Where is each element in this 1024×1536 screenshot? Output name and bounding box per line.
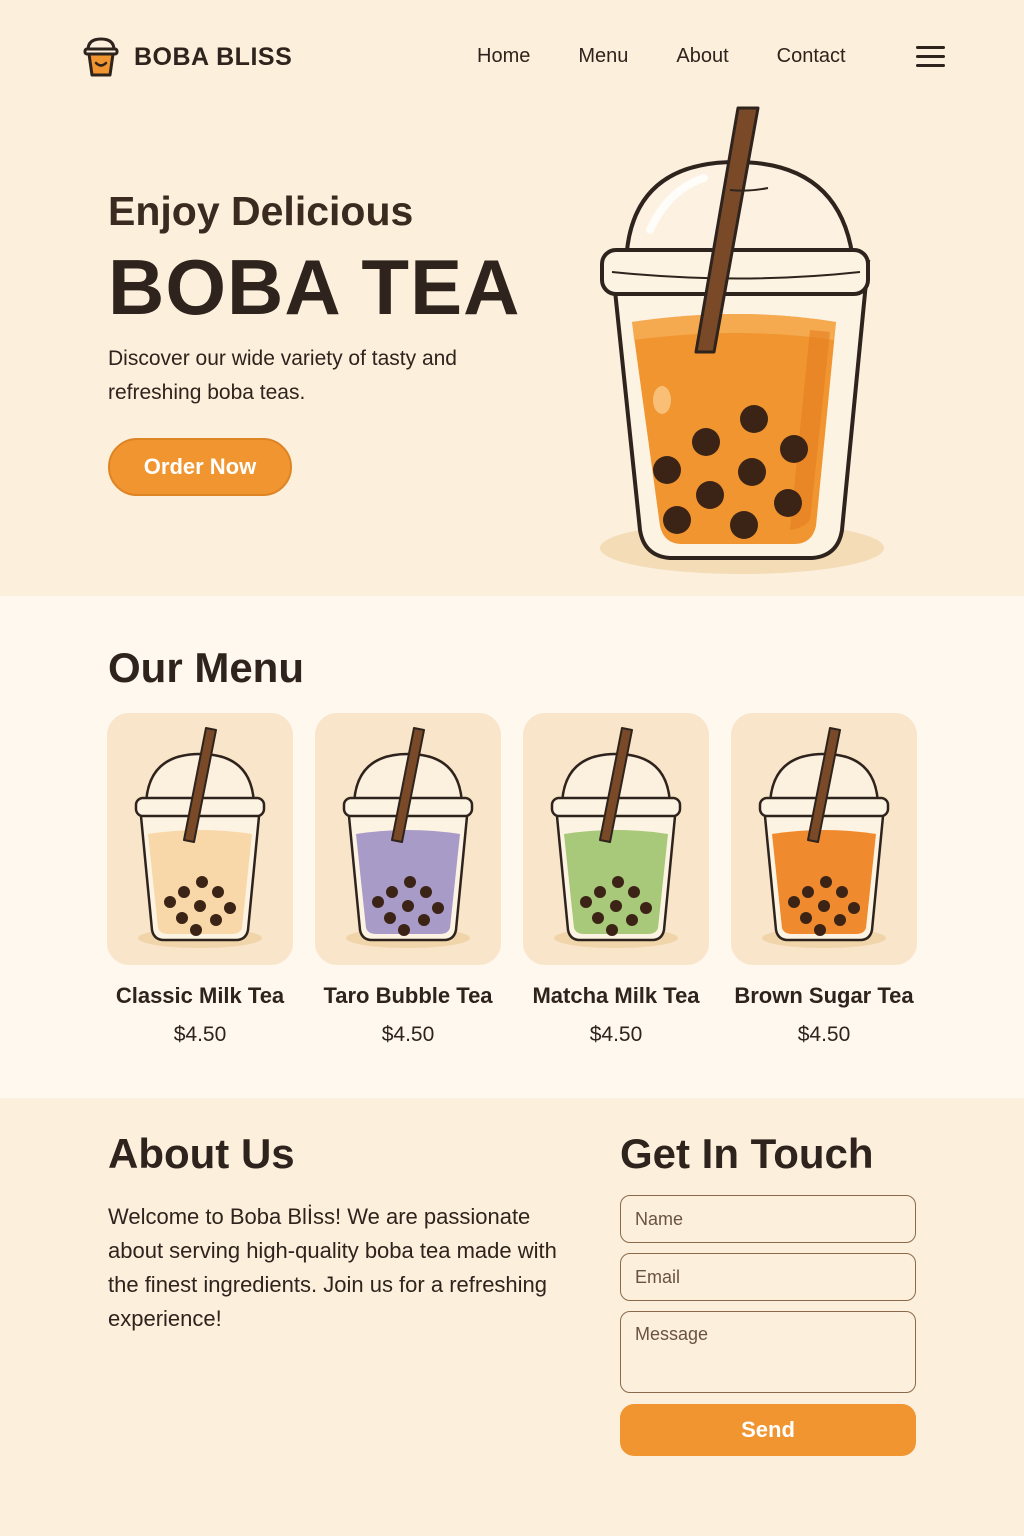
contact-title: Get In Touch: [620, 1130, 874, 1177]
brand-name: BOBA BLISS: [134, 42, 293, 71]
classic-milk-tea-icon: [134, 727, 266, 948]
logo[interactable]: BOBA BLISS: [82, 36, 292, 78]
menu-item-name: Brown Sugar Tea: [734, 983, 914, 1008]
menu-item-name: Taro Bubble Tea: [323, 983, 493, 1008]
menu-section: Our Menu Classic Milk Tea $4.50 Taro Bub…: [0, 596, 1024, 1098]
menu-item-price: $4.50: [381, 1023, 435, 1046]
nav-about[interactable]: About: [676, 45, 728, 68]
menu-item-image: [731, 713, 917, 965]
site-header: BOBA BLISS Home Menu About Contact: [0, 0, 1024, 110]
order-now-button[interactable]: Order Now: [108, 438, 292, 496]
hero-section: Enjoy Delicious BOBA TEA Discover our wi…: [0, 106, 1024, 596]
menu-item-image: [315, 713, 501, 965]
hamburger-menu-icon[interactable]: [916, 46, 945, 68]
send-button[interactable]: Send: [620, 1404, 916, 1456]
email-field[interactable]: [620, 1253, 916, 1301]
hero-title: BOBA TEA: [108, 243, 521, 331]
hero-description: Discover our wide variety of tasty and r…: [108, 347, 457, 404]
menu-card[interactable]: Classic Milk Tea $4.50: [107, 713, 293, 1047]
name-field[interactable]: [620, 1195, 916, 1243]
nav-home[interactable]: Home: [477, 45, 530, 68]
matcha-milk-tea-icon: [550, 727, 682, 948]
about-text: Welcome to Boba Blİss! We are passionate…: [108, 1204, 557, 1331]
boba-tea-cup-illustration: [600, 106, 884, 574]
menu-item-price: $4.50: [173, 1023, 227, 1046]
menu-card[interactable]: Taro Bubble Tea $4.50: [315, 713, 501, 1047]
menu-item-name: Classic Milk Tea: [115, 983, 285, 1008]
about-contact-section: About Us Welcome to Boba Blİss! We are p…: [0, 1098, 1024, 1536]
menu-item-image: [523, 713, 709, 965]
menu-title: Our Menu: [108, 644, 304, 691]
menu-item-price: $4.50: [797, 1023, 851, 1046]
menu-card[interactable]: Matcha Milk Tea $4.50: [523, 713, 709, 1047]
nav-contact[interactable]: Contact: [777, 45, 846, 68]
menu-card[interactable]: Brown Sugar Tea $4.50: [731, 713, 917, 1047]
nav-menu[interactable]: Menu: [578, 45, 628, 68]
menu-item-image: [107, 713, 293, 965]
main-nav: Home Menu About Contact: [477, 45, 894, 68]
taro-bubble-tea-icon: [342, 727, 474, 948]
about-title: About Us: [108, 1130, 295, 1177]
brown-sugar-tea-icon: [758, 727, 890, 948]
menu-item-price: $4.50: [589, 1023, 643, 1046]
hero-subtitle: Enjoy Delicious: [108, 188, 414, 234]
boba-cup-logo-icon: [83, 37, 119, 77]
menu-item-name: Matcha Milk Tea: [532, 983, 700, 1008]
message-field[interactable]: [620, 1311, 916, 1393]
